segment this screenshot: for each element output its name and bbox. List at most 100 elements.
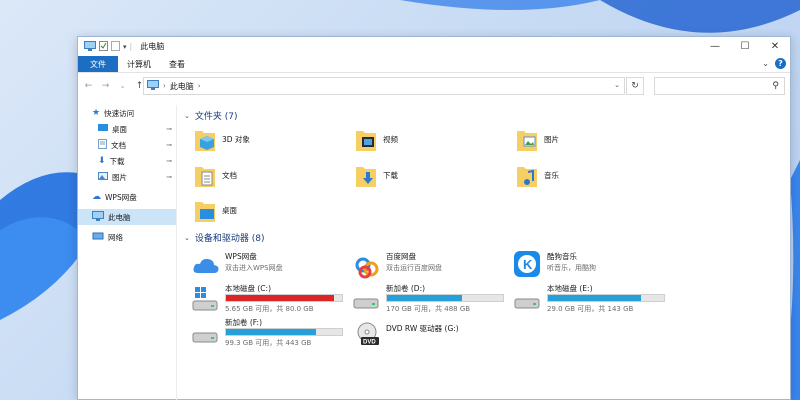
folders-group-header[interactable]: ⌄ 文件夹 (7)	[184, 109, 238, 123]
folder-3d-objects[interactable]: 3D 对象	[194, 123, 344, 155]
refresh-button[interactable]: ↻	[626, 77, 644, 95]
svg-text:DVD: DVD	[363, 340, 376, 346]
pin-icon[interactable]: ⊸	[166, 173, 172, 181]
desktop-icon	[98, 124, 108, 134]
pin-icon[interactable]: ⊸	[166, 141, 172, 149]
minimize-button[interactable]: —	[700, 37, 730, 56]
sidebar-item-documents[interactable]: 文档 ⊸	[78, 137, 176, 153]
folder-pictures[interactable]: 图片	[516, 123, 666, 155]
expand-ribbon-icon[interactable]: ⌄	[762, 59, 769, 68]
this-pc-icon	[84, 40, 96, 53]
sidebar-item-pictures[interactable]: 图片 ⊸	[78, 169, 176, 185]
wps-cloud-icon: ☁	[92, 192, 101, 202]
documents-icon	[98, 139, 107, 151]
documents-folder-icon	[194, 161, 216, 189]
address-dropdown-icon[interactable]: ⌄	[614, 81, 620, 89]
sidebar-item-downloads[interactable]: ⬇ 下载 ⊸	[78, 153, 176, 169]
forward-button[interactable]: →	[99, 81, 112, 91]
address-bar[interactable]: › 此电脑 › ⌄	[143, 77, 625, 95]
content-pane: ⌄ 文件夹 (7) 3D 对象 视频 图片 文档 下载 音乐 桌面 ⌄ 设备和驱…	[178, 105, 790, 399]
ribbon: 文件 计算机 查看 ⌄ ?	[78, 56, 790, 73]
drive-g-dvd[interactable]: DVD DVD RW 驱动器 (G:)	[353, 317, 513, 349]
dvd-drive-icon: DVD	[353, 321, 381, 347]
drive-e[interactable]: 本地磁盘 (E:) 29.0 GB 可用，共 143 GB	[514, 283, 674, 315]
recent-locations-dropdown[interactable]: ⌄	[116, 82, 129, 90]
sidebar-item-network[interactable]: 网络	[78, 229, 176, 245]
folder-videos[interactable]: 视频	[355, 123, 505, 155]
pin-icon[interactable]: ⊸	[166, 125, 172, 133]
breadcrumb-separator[interactable]: ›	[198, 82, 201, 90]
drive-description: 双击进入WPS网盘	[225, 264, 283, 272]
hard-drive-icon	[514, 287, 542, 313]
folder-desktop[interactable]: 桌面	[194, 194, 344, 226]
sidebar-item-quick-access[interactable]: ★ 快速访问	[78, 105, 176, 121]
drives-group-header[interactable]: ⌄ 设备和驱动器 (8)	[184, 231, 265, 245]
downloads-icon: ⬇	[98, 156, 106, 166]
breadcrumb-separator[interactable]: ›	[163, 82, 166, 90]
drive-name: 本地磁盘 (E:)	[547, 284, 593, 293]
tab-file[interactable]: 文件	[78, 56, 118, 72]
folder-documents[interactable]: 文档	[194, 159, 344, 191]
help-button[interactable]: ?	[775, 58, 786, 69]
navigation-pane: ★ 快速访问 桌面 ⊸ 文档 ⊸ ⬇ 下载 ⊸ 图片 ⊸ ☁ WPS网盘 此电脑…	[78, 105, 177, 400]
drive-description: 听音乐，用酷狗	[547, 264, 596, 272]
this-pc-icon	[92, 211, 104, 223]
drive-size: 29.0 GB 可用，共 143 GB	[547, 305, 634, 313]
drive-baidu-netdisk[interactable]: 百度网盘 双击运行百度网盘	[353, 251, 513, 283]
folder-label: 音乐	[544, 170, 559, 180]
collapse-chevron-icon[interactable]: ⌄	[184, 234, 190, 242]
3d-objects-folder-icon	[194, 125, 216, 153]
drive-usage-bar	[386, 294, 504, 302]
search-input[interactable]: ⚲	[654, 77, 785, 95]
collapse-chevron-icon[interactable]: ⌄	[184, 112, 190, 120]
drive-usage-fill	[226, 295, 334, 301]
drive-usage-fill	[387, 295, 463, 301]
window-title: 此电脑	[140, 42, 165, 51]
windows-drive-icon	[192, 287, 220, 313]
folder-music[interactable]: 音乐	[516, 159, 666, 191]
this-pc-icon	[147, 80, 159, 92]
folder-downloads[interactable]: 下载	[355, 159, 505, 191]
drive-kugou-music[interactable]: K 酷狗音乐 听音乐，用酷狗	[514, 251, 674, 283]
folder-label: 3D 对象	[222, 134, 250, 144]
drive-name: 新加卷 (D:)	[386, 284, 426, 293]
folder-label: 下载	[383, 170, 398, 180]
properties-icon[interactable]	[99, 40, 108, 53]
group-title: 文件夹 (7)	[194, 112, 238, 122]
drive-size: 99.3 GB 可用，共 443 GB	[225, 339, 312, 347]
sidebar-item-label: 快速访问	[104, 108, 135, 118]
drive-usage-fill	[226, 329, 317, 335]
drive-name: DVD RW 驱动器 (G:)	[386, 324, 459, 333]
drive-size: 170 GB 可用，共 488 GB	[386, 305, 471, 313]
pin-icon[interactable]: ⊸	[166, 157, 172, 165]
drive-name: 酷狗音乐	[547, 252, 577, 261]
close-button[interactable]: ✕	[760, 37, 790, 56]
drive-wps-cloud[interactable]: WPS网盘 双击进入WPS网盘	[192, 251, 352, 283]
drive-description: 双击运行百度网盘	[386, 264, 442, 272]
drive-c[interactable]: 本地磁盘 (C:) 5.65 GB 可用，共 80.0 GB	[192, 283, 352, 315]
folder-label: 桌面	[222, 205, 237, 215]
tab-view[interactable]: 查看	[160, 56, 194, 72]
back-button[interactable]: ←	[82, 81, 95, 91]
drive-f[interactable]: 新加卷 (F:) 99.3 GB 可用，共 443 GB	[192, 317, 352, 349]
svg-text:K: K	[523, 257, 533, 272]
drive-usage-bar	[225, 294, 343, 302]
folder-label: 视频	[383, 134, 398, 144]
sidebar-item-this-pc[interactable]: 此电脑	[78, 209, 176, 225]
downloads-folder-icon	[355, 161, 377, 189]
wps-cloud-icon	[192, 255, 220, 281]
drive-usage-fill	[548, 295, 641, 301]
tab-computer[interactable]: 计算机	[118, 56, 160, 72]
breadcrumb-this-pc[interactable]: 此电脑	[170, 81, 194, 92]
drive-d[interactable]: 新加卷 (D:) 170 GB 可用，共 488 GB	[353, 283, 513, 315]
maximize-button[interactable]: ☐	[730, 37, 760, 56]
drive-usage-bar	[225, 328, 343, 336]
sidebar-item-wps-cloud[interactable]: ☁ WPS网盘	[78, 189, 176, 205]
drive-name: 新加卷 (F:)	[225, 318, 262, 327]
pictures-icon	[98, 172, 108, 182]
drive-name: 百度网盘	[386, 252, 416, 261]
videos-folder-icon	[355, 125, 377, 153]
customize-dropdown-icon[interactable]: ▾	[123, 43, 127, 51]
new-folder-icon[interactable]	[111, 40, 120, 53]
sidebar-item-desktop[interactable]: 桌面 ⊸	[78, 121, 176, 137]
